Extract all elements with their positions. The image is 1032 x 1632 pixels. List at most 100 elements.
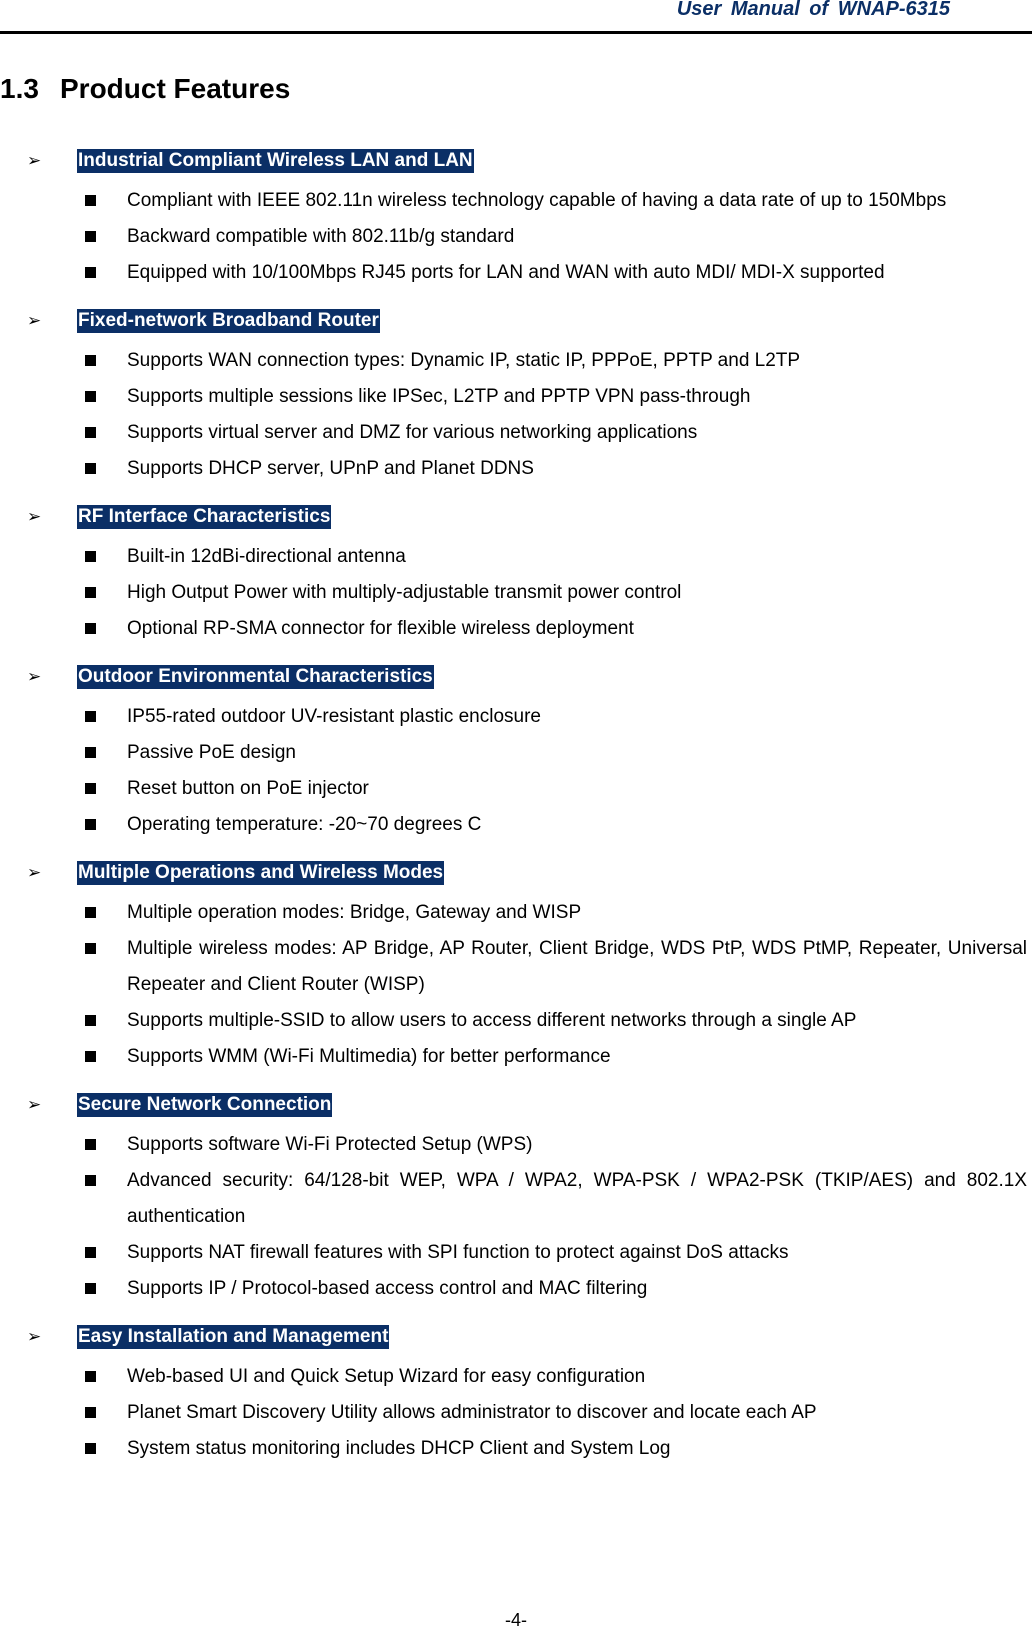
arrow-bullet-icon: ➢: [27, 1327, 42, 1346]
feature-group-title: Outdoor Environmental Characteristics: [77, 665, 434, 689]
feature-item: Multiple operation modes: Bridge, Gatewa…: [0, 895, 1032, 931]
feature-group-heading: ➢ Easy Installation and Management: [0, 1323, 1032, 1359]
feature-item-text: Supports WMM (Wi-Fi Multimedia) for bett…: [127, 1046, 611, 1067]
arrow-bullet-icon: ➢: [27, 863, 42, 882]
feature-item-text: System status monitoring includes DHCP C…: [127, 1438, 671, 1459]
feature-item: Passive PoE design: [0, 735, 1032, 771]
feature-item: Backward compatible with 802.11b/g stand…: [0, 219, 1032, 255]
feature-item-text: Multiple wireless modes: AP Bridge, AP R…: [127, 938, 1027, 995]
feature-item: Reset button on PoE injector: [0, 771, 1032, 807]
square-bullet-icon: [85, 1443, 96, 1454]
square-bullet-icon: [85, 1407, 96, 1418]
feature-group-title: Secure Network Connection: [77, 1093, 333, 1117]
square-bullet-icon: [85, 623, 96, 634]
feature-item-text: Equipped with 10/100Mbps RJ45 ports for …: [127, 262, 885, 283]
feature-item-text: Advanced security: 64/128-bit WEP, WPA /…: [127, 1170, 1027, 1227]
feature-item: Equipped with 10/100Mbps RJ45 ports for …: [0, 255, 1032, 291]
feature-item-text: Supports DHCP server, UPnP and Planet DD…: [127, 458, 534, 479]
arrow-bullet-icon: ➢: [27, 667, 42, 686]
feature-item: Web-based UI and Quick Setup Wizard for …: [0, 1359, 1032, 1395]
square-bullet-icon: [85, 783, 96, 794]
arrow-bullet-icon: ➢: [27, 507, 42, 526]
feature-item-text: Built-in 12dBi-directional antenna: [127, 546, 406, 567]
feature-item-text: IP55-rated outdoor UV-resistant plastic …: [127, 706, 541, 727]
feature-group-title: Easy Installation and Management: [77, 1325, 390, 1349]
feature-list: ➢ Industrial Compliant Wireless LAN and L…: [0, 147, 1032, 1483]
square-bullet-icon: [85, 1015, 96, 1026]
section-heading: 1.3 Product Features: [0, 73, 290, 105]
feature-item-text: Supports IP / Protocol-based access cont…: [127, 1278, 648, 1299]
feature-group-title: Industrial Compliant Wireless LAN and LA…: [77, 149, 474, 173]
square-bullet-icon: [85, 1175, 96, 1186]
square-bullet-icon: [85, 463, 96, 474]
feature-item: Supports WMM (Wi-Fi Multimedia) for bett…: [0, 1039, 1032, 1075]
feature-group-heading: ➢ RF Interface Characteristics: [0, 503, 1032, 539]
feature-item: Advanced security: 64/128-bit WEP, WPA /…: [0, 1163, 1032, 1235]
feature-group-title: RF Interface Characteristics: [77, 505, 332, 529]
square-bullet-icon: [85, 747, 96, 758]
feature-item: Compliant with IEEE 802.11n wireless tec…: [0, 183, 1032, 219]
square-bullet-icon: [85, 907, 96, 918]
feature-item: Supports WAN connection types: Dynamic I…: [0, 343, 1032, 379]
square-bullet-icon: [85, 711, 96, 722]
feature-item-text: Passive PoE design: [127, 742, 296, 763]
feature-item-text: Planet Smart Discovery Utility allows ad…: [127, 1402, 817, 1423]
square-bullet-icon: [85, 427, 96, 438]
feature-group-title: Multiple Operations and Wireless Modes: [77, 861, 445, 885]
square-bullet-icon: [85, 587, 96, 598]
feature-item: System status monitoring includes DHCP C…: [0, 1431, 1032, 1467]
feature-item: Supports NAT firewall features with SPI …: [0, 1235, 1032, 1271]
feature-item-text: Backward compatible with 802.11b/g stand…: [127, 226, 515, 247]
feature-item: IP55-rated outdoor UV-resistant plastic …: [0, 699, 1032, 735]
feature-item-text: Supports multiple-SSID to allow users to…: [127, 1010, 857, 1031]
feature-item: Supports virtual server and DMZ for vari…: [0, 415, 1032, 451]
feature-item-text: Supports virtual server and DMZ for vari…: [127, 422, 698, 443]
feature-item-text: Supports NAT firewall features with SPI …: [127, 1242, 789, 1263]
feature-item: Supports IP / Protocol-based access cont…: [0, 1271, 1032, 1307]
square-bullet-icon: [85, 819, 96, 830]
feature-item: Operating temperature: -20~70 degrees C: [0, 807, 1032, 843]
square-bullet-icon: [85, 1247, 96, 1258]
feature-item-text: Compliant with IEEE 802.11n wireless tec…: [127, 190, 947, 211]
feature-group: ➢ Easy Installation and Management Web-bas…: [0, 1323, 1032, 1467]
feature-item-text: High Output Power with multiply-adjustab…: [127, 582, 682, 603]
feature-item: Multiple wireless modes: AP Bridge, AP R…: [0, 931, 1032, 1003]
feature-item-text: Supports WAN connection types: Dynamic I…: [127, 350, 801, 371]
feature-item-text: Multiple operation modes: Bridge, Gatewa…: [127, 902, 582, 923]
feature-item-text: Operating temperature: -20~70 degrees C: [127, 814, 482, 835]
square-bullet-icon: [85, 1051, 96, 1062]
feature-item: Optional RP-SMA connector for flexible w…: [0, 611, 1032, 647]
feature-group: ➢ Fixed-network Broadband Router Supports …: [0, 307, 1032, 487]
square-bullet-icon: [85, 1139, 96, 1150]
feature-item-text: Reset button on PoE injector: [127, 778, 369, 799]
feature-item: High Output Power with multiply-adjustab…: [0, 575, 1032, 611]
feature-item: Built-in 12dBi-directional antenna: [0, 539, 1032, 575]
feature-item: Planet Smart Discovery Utility allows ad…: [0, 1395, 1032, 1431]
feature-group: ➢ Multiple Operations and Wireless Modes M…: [0, 859, 1032, 1075]
section-title: Product Features: [60, 73, 291, 104]
feature-group-heading: ➢ Multiple Operations and Wireless Modes: [0, 859, 1032, 895]
square-bullet-icon: [85, 1283, 96, 1294]
section-number: 1.3: [0, 73, 39, 104]
square-bullet-icon: [85, 391, 96, 402]
arrow-bullet-icon: ➢: [27, 151, 42, 170]
feature-group: ➢ Secure Network Connection Supports softw…: [0, 1091, 1032, 1307]
feature-group-heading: ➢ Outdoor Environmental Characteristics: [0, 663, 1032, 699]
square-bullet-icon: [85, 943, 96, 954]
square-bullet-icon: [85, 231, 96, 242]
feature-group-heading: ➢ Industrial Compliant Wireless LAN and L…: [0, 147, 1032, 183]
square-bullet-icon: [85, 1371, 96, 1382]
feature-group-heading: ➢ Fixed-network Broadband Router: [0, 307, 1032, 343]
feature-item-text: Web-based UI and Quick Setup Wizard for …: [127, 1366, 646, 1387]
manual-title: User Manual of WNAP-6315: [676, 0, 950, 20]
feature-item-text: Supports software Wi-Fi Protected Setup …: [127, 1134, 533, 1155]
arrow-bullet-icon: ➢: [27, 1095, 42, 1114]
page-number: -4-: [505, 1610, 527, 1630]
feature-item: Supports DHCP server, UPnP and Planet DD…: [0, 451, 1032, 487]
square-bullet-icon: [85, 355, 96, 366]
square-bullet-icon: [85, 267, 96, 278]
feature-group: ➢ RF Interface Characteristics Built-in 12…: [0, 503, 1032, 647]
header-divider: [0, 31, 1032, 34]
feature-group-title: Fixed-network Broadband Router: [77, 309, 380, 333]
square-bullet-icon: [85, 195, 96, 206]
